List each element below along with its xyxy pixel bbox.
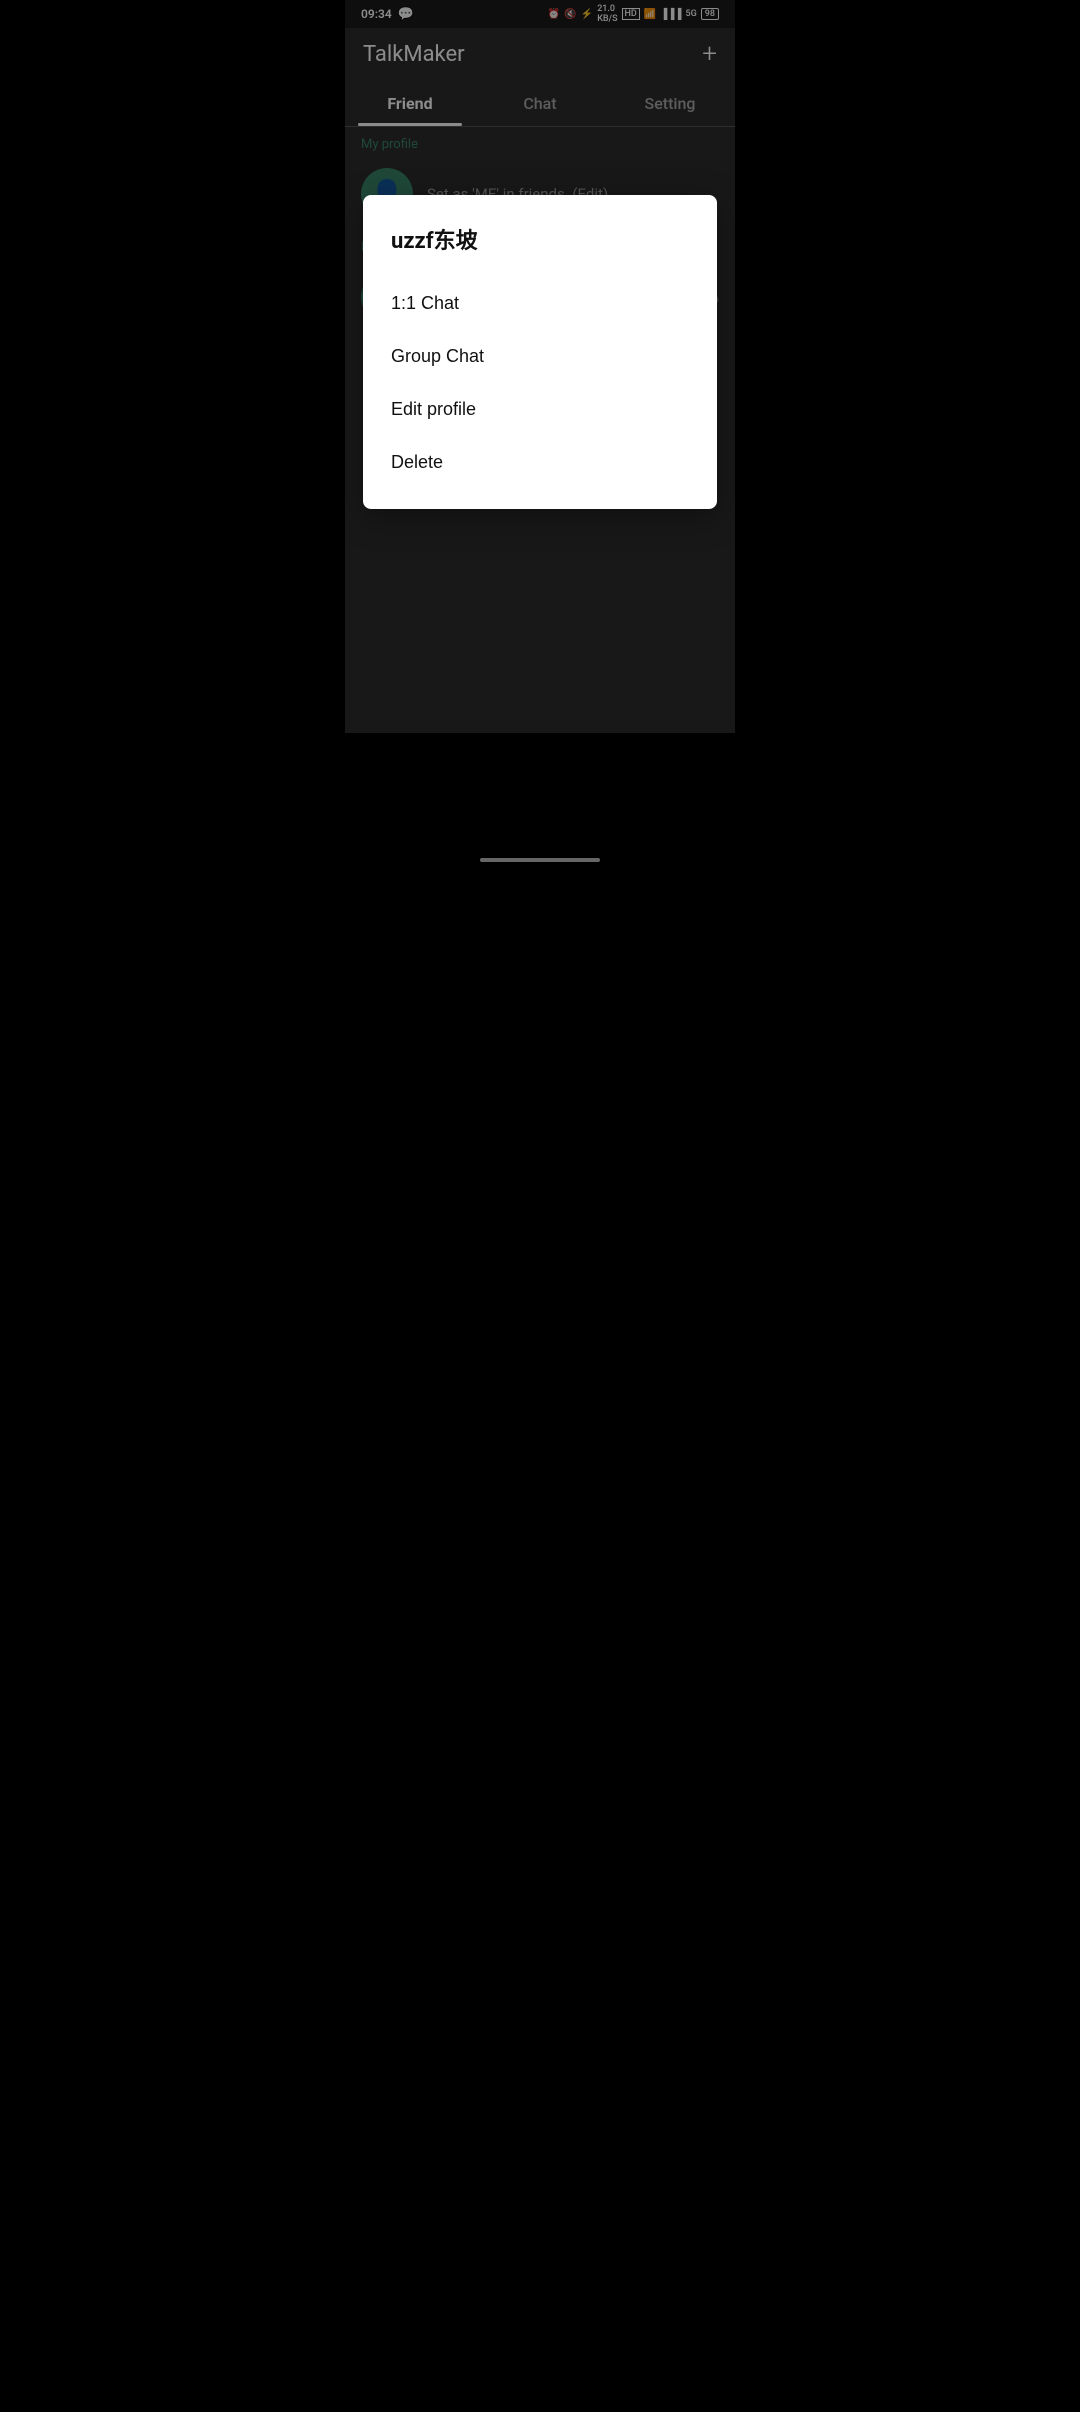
home-indicator xyxy=(480,858,600,862)
edit-profile-button[interactable]: Edit profile xyxy=(391,383,689,436)
group-chat-button[interactable]: Group Chat xyxy=(391,330,689,383)
one-to-one-chat-button[interactable]: 1:1 Chat xyxy=(391,277,689,330)
context-menu-dialog: uzzf东坡 1:1 Chat Group Chat Edit profile … xyxy=(363,195,717,509)
delete-button[interactable]: Delete xyxy=(391,436,689,489)
dialog-title: uzzf东坡 xyxy=(391,223,689,255)
